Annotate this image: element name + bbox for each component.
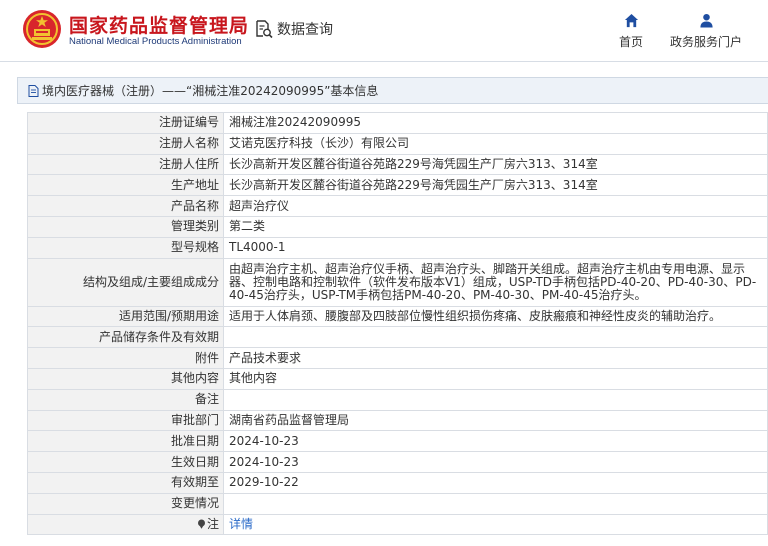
table-row: 管理类别 第二类 <box>27 215 768 238</box>
field-value: 第二类 <box>223 215 768 238</box>
brand-title-cn: 国家药品监督管理局 <box>69 15 250 37</box>
field-value: 产品技术要求 <box>223 347 768 369</box>
details-link[interactable]: 详情 <box>229 517 253 531</box>
field-label: 结构及组成/主要组成成分 <box>27 257 224 307</box>
field-label: 批准日期 <box>27 430 224 453</box>
field-value <box>223 388 768 411</box>
pin-icon <box>197 519 205 529</box>
field-label: 管理类别 <box>27 215 224 238</box>
user-icon <box>699 13 713 28</box>
table-row: 附件 产品技术要求 <box>27 347 768 369</box>
breadcrumb: 境内医疗器械（注册）——“湘械注准20242090995”基本信息 <box>17 77 768 104</box>
table-row: 注 详情 <box>27 513 768 536</box>
table-row: 变更情况 <box>27 492 768 515</box>
field-label: 适用范围/预期用途 <box>27 305 224 328</box>
nav-service-portal[interactable]: 政务服务门户 <box>668 13 744 53</box>
data-query-link[interactable]: 数据查询 <box>254 18 333 40</box>
field-value-cell: 详情 <box>223 513 768 536</box>
field-label: 生产地址 <box>27 174 224 197</box>
note-label-cell: 注 <box>27 513 224 536</box>
field-value: 2024-10-23 <box>223 451 768 473</box>
field-value: TL4000-1 <box>223 236 768 259</box>
table-row: 生产地址 长沙高新开发区麓谷街道谷苑路229号海凭园生产厂房六313、314室 <box>27 174 768 197</box>
field-value <box>223 326 768 349</box>
field-value: 艾诺克医疗科技（长沙）有限公司 <box>223 132 768 155</box>
table-row: 结构及组成/主要组成成分 由超声治疗主机、超声治疗仪手柄、超声治疗头、脚踏开关组… <box>27 257 768 307</box>
table-row: 注册人名称 艾诺克医疗科技（长沙）有限公司 <box>27 132 768 155</box>
table-row: 注册人住所 长沙高新开发区麓谷街道谷苑路229号海凭园生产厂房六313、314室 <box>27 153 768 176</box>
field-value: 由超声治疗主机、超声治疗仪手柄、超声治疗头、脚踏开关组成。超声治疗主机由专用电源… <box>223 257 768 307</box>
table-row: 产品名称 超声治疗仪 <box>27 195 768 217</box>
field-value: 2024-10-23 <box>223 430 768 453</box>
field-label: 产品储存条件及有效期 <box>27 326 224 349</box>
table-row: 其他内容 其他内容 <box>27 367 768 390</box>
field-label: 变更情况 <box>27 492 224 515</box>
field-value: 湖南省药品监督管理局 <box>223 409 768 432</box>
table-row: 生效日期 2024-10-23 <box>27 451 768 473</box>
data-query-label: 数据查询 <box>277 22 333 38</box>
field-label: 注 <box>206 516 219 531</box>
field-value: 长沙高新开发区麓谷街道谷苑路229号海凭园生产厂房六313、314室 <box>223 153 768 176</box>
national-emblem-icon <box>23 10 61 48</box>
field-label: 其他内容 <box>27 367 224 390</box>
field-value: 2029-10-22 <box>223 471 768 494</box>
field-label: 备注 <box>27 388 224 411</box>
document-icon <box>28 84 39 97</box>
field-value: 超声治疗仪 <box>223 195 768 217</box>
field-value: 适用于人体肩颈、腰腹部及四肢部位慢性组织损伤疼痛、皮肤瘢痕和神经性皮炎的辅助治疗… <box>223 305 768 328</box>
nav-home[interactable]: 首页 <box>616 13 646 53</box>
field-label: 生效日期 <box>27 451 224 473</box>
field-label: 审批部门 <box>27 409 224 432</box>
field-label: 产品名称 <box>27 195 224 217</box>
breadcrumb-text: 境内医疗器械（注册）——“湘械注准20242090995”基本信息 <box>42 84 379 98</box>
document-search-icon <box>256 20 273 39</box>
nav-service-portal-label: 政务服务门户 <box>669 35 742 49</box>
field-label: 型号规格 <box>27 236 224 259</box>
table-row: 备注 <box>27 388 768 411</box>
brand-title-en: National Medical Products Administration <box>69 36 242 47</box>
field-label: 注册证编号 <box>27 112 224 134</box>
nav-home-label: 首页 <box>618 35 643 49</box>
table-row: 批准日期 2024-10-23 <box>27 430 768 453</box>
table-row: 注册证编号 湘械注准20242090995 <box>27 112 768 134</box>
table-row: 产品储存条件及有效期 <box>27 326 768 349</box>
table-row: 适用范围/预期用途 适用于人体肩颈、腰腹部及四肢部位慢性组织损伤疼痛、皮肤瘢痕和… <box>27 305 768 328</box>
registration-info-table: 注册证编号 湘械注准20242090995 注册人名称 艾诺克医疗科技（长沙）有… <box>27 112 768 536</box>
field-value: 湘械注准20242090995 <box>223 112 768 134</box>
field-label: 注册人名称 <box>27 132 224 155</box>
field-label: 附件 <box>27 347 224 369</box>
field-label: 有效期至 <box>27 471 224 494</box>
field-label: 注册人住所 <box>27 153 224 176</box>
table-row: 审批部门 湖南省药品监督管理局 <box>27 409 768 432</box>
field-value <box>223 492 768 515</box>
table-row: 型号规格 TL4000-1 <box>27 236 768 259</box>
site-header: 国家药品监督管理局 National Medical Products Admi… <box>0 0 768 62</box>
field-value: 其他内容 <box>223 367 768 390</box>
field-value: 长沙高新开发区麓谷街道谷苑路229号海凭园生产厂房六313、314室 <box>223 174 768 197</box>
home-icon <box>624 13 638 28</box>
table-row: 有效期至 2029-10-22 <box>27 471 768 494</box>
